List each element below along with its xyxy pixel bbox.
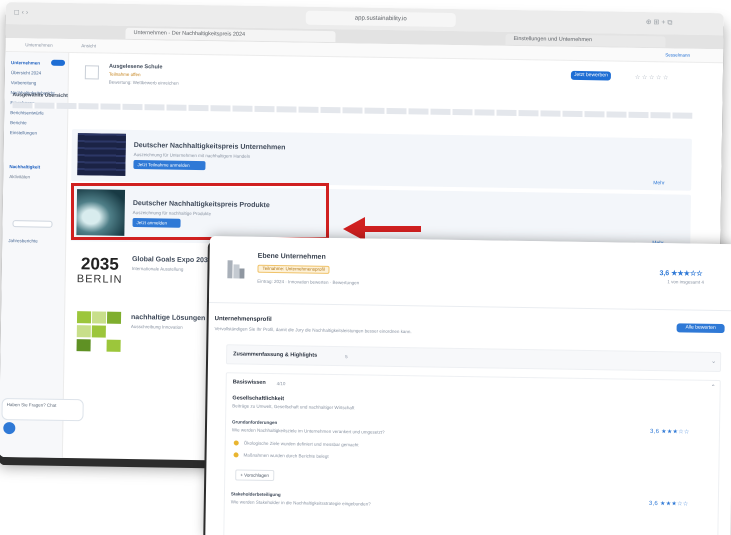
criterion-text: Wie werden Nachhaltigkeitsziele im Unter… bbox=[231, 427, 385, 435]
toolbar-icons[interactable]: ⊕ ⊞ + ⧉ bbox=[646, 18, 673, 28]
sidebar-button[interactable] bbox=[12, 220, 53, 228]
section-label: Ausgewählte Übersicht bbox=[12, 92, 68, 99]
apply-button[interactable]: Jetzt bewerben bbox=[570, 70, 611, 81]
summary-title: Zusammenfassung & Highlights bbox=[233, 351, 318, 359]
company-meta: Bewertung: Wettbewerb einreichen bbox=[108, 79, 179, 86]
card-link[interactable]: Mehr bbox=[653, 180, 664, 186]
card-title: nachhaltige Lösungen bbox=[131, 314, 206, 323]
criterion-title: Stakeholderbeteiligung bbox=[230, 491, 281, 498]
bullet-text: Maßnahmen wurden durch Berichte belegt bbox=[243, 452, 329, 459]
chat-widget[interactable]: Haben Sie Fragen? Chat bbox=[1, 397, 84, 422]
company-name: Ausgelesene Schule bbox=[108, 63, 163, 71]
rate-all-button[interactable]: Alle bewerten bbox=[676, 323, 725, 334]
profile-header: Ebene Unternehmen Teilnahme: Unternehmen… bbox=[208, 236, 731, 309]
expo-logo-city: BERLIN bbox=[76, 273, 123, 286]
sidebar-item[interactable]: Vorbereitung bbox=[11, 80, 67, 87]
criterion-text: Wie werden Stakeholder in die Nachhaltig… bbox=[230, 499, 371, 507]
card-subtitle: Ausschreibung Innovation bbox=[130, 324, 183, 330]
sidebar: Unternehmen Übersicht 2024 Vorbereitung … bbox=[0, 51, 70, 458]
expo-logo-year: 2035 bbox=[80, 254, 119, 274]
card-title: Global Goals Expo 2035 bbox=[131, 256, 212, 265]
strategy-accordion[interactable]: Basiswissen 4/10 ⌃ Gesellschaftlichkeit … bbox=[223, 372, 721, 535]
sidebar-item[interactable]: Berichtsentwürfe bbox=[10, 110, 66, 117]
criterion-rating[interactable]: 3,6 ★★★☆☆ bbox=[650, 428, 690, 436]
card-subtitle: Internationale Ausstellung bbox=[131, 266, 184, 272]
company-badge: Teilnahme offen bbox=[108, 71, 141, 78]
company-profile-window: Ebene Unternehmen Teilnahme: Unternehmen… bbox=[205, 236, 731, 535]
sidebar-item[interactable]: Übersicht 2024 bbox=[11, 70, 67, 77]
card-title: Deutscher Nachhaltigkeitspreis Unternehm… bbox=[133, 142, 286, 152]
bullet-text: Ökologische Ziele wurden definiert und m… bbox=[243, 440, 359, 448]
strategy-count: 4/10 bbox=[276, 381, 286, 387]
subsection-title: Gesellschaftlichkeit bbox=[232, 395, 285, 403]
criterion-title: Grundanforderungen bbox=[232, 419, 278, 426]
window-controls-icon[interactable]: ◻ ‹ › bbox=[14, 8, 29, 18]
chevron-down-icon[interactable]: ⌄ bbox=[711, 358, 716, 365]
overall-score: 3,6 ★★★☆☆ bbox=[659, 270, 703, 278]
building-icon bbox=[223, 256, 246, 279]
bullet-icon bbox=[233, 452, 239, 458]
suggest-button[interactable]: + Vorschlagen bbox=[235, 469, 274, 482]
strategy-title: Basiswissen bbox=[232, 379, 266, 386]
sidebar-item[interactable]: Einstellungen bbox=[10, 130, 66, 137]
card-subtitle: Auszeichnung für Unternehmen mit nachhal… bbox=[133, 152, 251, 159]
chevron-up-icon[interactable]: ⌃ bbox=[711, 384, 716, 391]
sidebar-badge bbox=[51, 59, 66, 66]
sidebar-item-nachhaltigkeit[interactable]: Nachhaltigkeit bbox=[9, 164, 65, 171]
company-meta: Eintrag: 2024 · Innovation bewerten · Be… bbox=[257, 278, 360, 286]
header-right[interactable]: Ansicht bbox=[81, 43, 96, 48]
profile-section-title: Unternehmensprofil bbox=[214, 316, 272, 323]
user-menu[interactable]: Sesselmann bbox=[665, 52, 690, 57]
profile-description: Vervollständigen Sie Ihr Profil, damit d… bbox=[214, 326, 412, 335]
sidebar-item[interactable]: Berichte bbox=[10, 120, 66, 127]
score-caption: 1 von insgesamt 4 bbox=[667, 279, 704, 285]
award-image-dark bbox=[77, 133, 126, 176]
expo-logo: 2035 BERLIN bbox=[73, 251, 126, 296]
summary-accordion[interactable]: Zusammenfassung & Highlights 5 ⌄ bbox=[225, 344, 722, 373]
rating-stars-icon: ☆ ☆ ☆ ☆ ☆ bbox=[634, 74, 669, 82]
highlight-frame bbox=[71, 183, 329, 240]
company-logo bbox=[84, 65, 100, 80]
subsection-text: Beiträge zu Umwelt, Gesellschaft und nac… bbox=[232, 403, 355, 411]
address-bar[interactable]: app.sustainability.io bbox=[305, 10, 456, 28]
header-left[interactable]: Unternehmen bbox=[25, 42, 52, 47]
criterion-rating[interactable]: 3,6 ★★★☆☆ bbox=[649, 500, 689, 508]
status-badge: Teilnahme: Unternehmensprofil bbox=[257, 264, 330, 274]
chat-launcher-icon[interactable] bbox=[3, 422, 16, 435]
description-text bbox=[12, 102, 693, 119]
bullet-icon bbox=[233, 440, 239, 446]
card-button[interactable]: Jetzt Teilnahme anmelden bbox=[133, 160, 206, 171]
summary-count: 5 bbox=[345, 354, 348, 360]
sidebar-item[interactable]: Jahresberichte bbox=[8, 238, 64, 245]
award-card-unternehmen[interactable]: Deutscher Nachhaltigkeitspreis Unternehm… bbox=[71, 129, 692, 191]
company-name: Ebene Unternehmen bbox=[257, 252, 326, 261]
solutions-logo bbox=[76, 311, 122, 352]
sidebar-item[interactable]: Aktivitäten bbox=[9, 174, 65, 201]
